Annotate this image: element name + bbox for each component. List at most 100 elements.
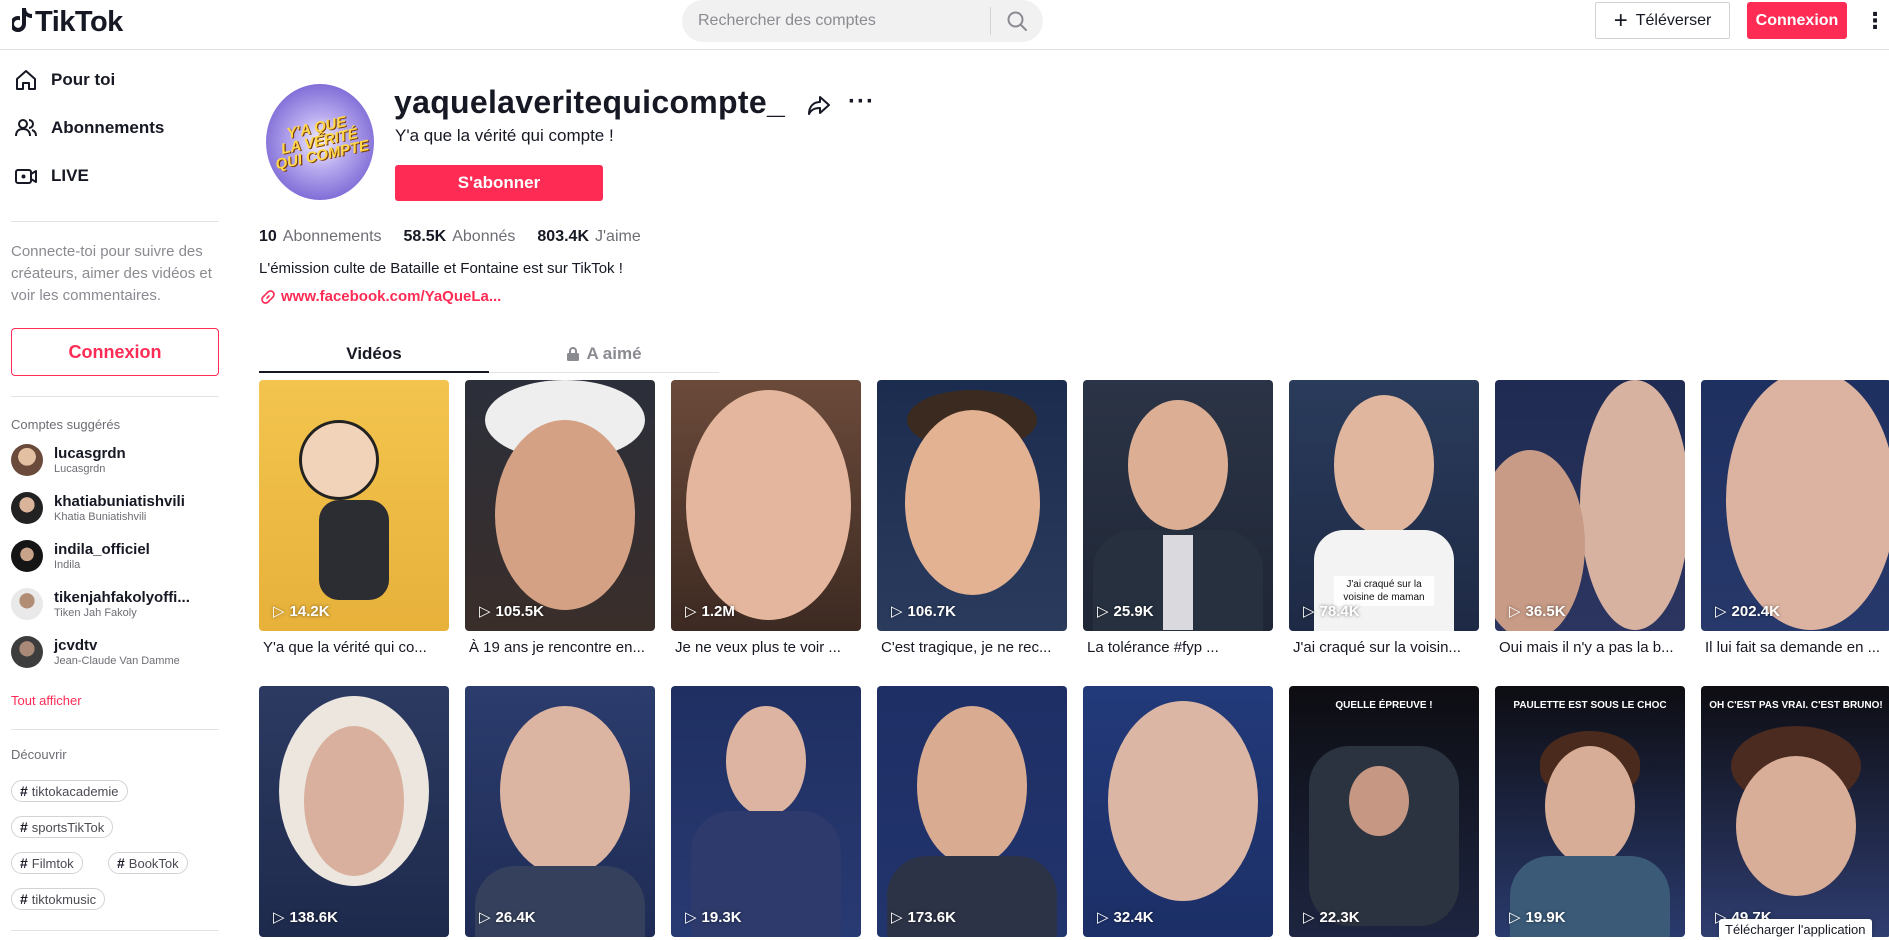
play-icon: ▷ — [1715, 603, 1727, 620]
video-card[interactable]: ▷ 173.6K — [877, 686, 1067, 937]
home-icon — [16, 70, 36, 90]
video-card[interactable]: ▷ 26.4K — [465, 686, 655, 937]
avatar — [11, 636, 43, 668]
suggested-account[interactable]: khatiabuniatishvili Khatia Buniatishvili — [11, 492, 185, 524]
play-icon: ▷ — [1303, 909, 1315, 926]
tag-label: Filmtok — [31, 855, 74, 871]
play-icon: ▷ — [891, 603, 903, 620]
avatar-logo: Y'A QUE LA VÉRITÉ QUI COMPTE — [274, 113, 372, 174]
sidebar-item-for-you[interactable]: Pour toi — [13, 67, 115, 93]
sidebar-item-label: Pour toi — [51, 70, 116, 89]
video-card[interactable]: ▷ 36.5K Oui mais il n'y a pas la b... — [1495, 380, 1685, 656]
tab-label: A aimé — [586, 344, 642, 363]
discover-tag[interactable]: # sportsTikTok — [11, 816, 114, 838]
stat-label: Abonnements — [282, 228, 382, 245]
search-button[interactable] — [991, 0, 1043, 42]
tag-label: sportsTikTok — [31, 819, 105, 835]
tab-videos[interactable]: Vidéos — [259, 338, 489, 370]
profile-link[interactable]: www.facebook.com/YaQueLa... — [261, 288, 501, 305]
video-caption: Y'a que la vérité qui co... — [263, 639, 427, 656]
view-count: ▷ 19.3K — [685, 908, 742, 927]
view-count: ▷ 106.7K — [891, 602, 956, 621]
video-thumbnail: PAULETTE EST SOUS LE CHOC ▷ 19.9K — [1495, 686, 1685, 937]
video-thumbnail: ▷ 106.7K — [877, 380, 1067, 631]
account-subtitle: Lucasgrdn — [54, 462, 106, 475]
sidebar-item-live[interactable]: LIVE — [13, 163, 89, 189]
video-card[interactable]: ▷ 138.6K — [259, 686, 449, 937]
hashtag-icon: # — [20, 819, 28, 835]
search-input[interactable] — [682, 0, 990, 42]
download-app-button[interactable]: Télécharger l'application — [1719, 919, 1872, 940]
video-card[interactable]: ▷ 105.5K À 19 ans je rencontre en... — [465, 380, 655, 656]
active-tab-indicator — [259, 371, 489, 373]
video-card[interactable]: ▷ 1.2M Je ne veux plus te voir ... — [671, 380, 861, 656]
header-login-button[interactable]: Connexion — [1747, 2, 1847, 39]
video-thumbnail: OH C'EST PAS VRAI. C'EST BRUNO! ▷ 49.7K — [1701, 686, 1889, 937]
account-subtitle: Jean-Claude Van Damme — [54, 654, 180, 667]
video-card[interactable]: J'ai craqué sur la voisine de maman ▷ 78.… — [1289, 380, 1479, 656]
view-count: ▷ 14.2K — [273, 602, 330, 621]
video-thumbnail: ▷ 138.6K — [259, 686, 449, 937]
video-caption: C'est tragique, je ne rec... — [881, 639, 1052, 656]
discover-tag[interactable]: # tiktokmusic — [11, 888, 106, 910]
divider — [11, 221, 219, 222]
stat-label: Abonnés — [452, 228, 516, 245]
video-card[interactable]: ▷ 32.4K — [1083, 686, 1273, 937]
avatar — [11, 540, 43, 572]
account-name: jcvdtv — [54, 636, 98, 654]
suggested-account[interactable]: lucasgrdn Lucasgrdn — [11, 444, 126, 476]
more-options-icon[interactable]: ··· — [848, 88, 875, 116]
view-count: ▷ 173.6K — [891, 908, 956, 927]
discover-tag[interactable]: # tiktokacademie — [11, 780, 128, 802]
account-name: lucasgrdn — [54, 444, 126, 462]
video-card[interactable]: ▷ 202.4K Il lui fait sa demande en ... — [1701, 380, 1889, 656]
video-card[interactable]: ▷ 106.7K C'est tragique, je ne rec... — [877, 380, 1067, 656]
follow-button[interactable]: S'abonner — [395, 165, 603, 201]
account-subtitle: Indila — [54, 558, 81, 571]
see-all-link[interactable]: Tout afficher — [11, 693, 82, 708]
logo-text: TikTok — [35, 6, 123, 38]
stat-following[interactable]: 10 Abonnements — [259, 228, 382, 246]
upload-button[interactable]: + Téléverser — [1595, 2, 1730, 39]
divider — [11, 930, 219, 931]
suggested-account[interactable]: jcvdtv Jean-Claude Van Damme — [11, 636, 180, 668]
video-card[interactable]: ▷ 14.2K Y'a que la vérité qui co... — [259, 380, 449, 656]
view-count: ▷ 25.9K — [1097, 602, 1154, 621]
plus-icon: + — [1613, 6, 1628, 34]
video-card[interactable]: ▷ 19.3K — [671, 686, 861, 937]
account-name: khatiabuniatishvili — [54, 492, 185, 510]
profile-bio: L'émission culte de Bataille et Fontaine… — [259, 260, 623, 277]
video-card[interactable]: QUELLE ÉPREUVE ! ▷ 22.3K — [1289, 686, 1479, 937]
stat-followers[interactable]: 58.5K Abonnés — [404, 228, 516, 246]
play-icon: ▷ — [891, 909, 903, 926]
tiktok-logo[interactable]: TikTok — [10, 6, 123, 39]
tab-liked[interactable]: A aimé — [489, 338, 719, 370]
vertical-dots-icon[interactable]: ⋮ — [1864, 6, 1886, 36]
video-caption: J'ai craqué sur la voisin... — [1293, 639, 1461, 656]
video-thumbnail: ▷ 25.9K — [1083, 380, 1273, 631]
upload-label: Téléverser — [1635, 11, 1712, 29]
account-subtitle: Khatia Buniatishvili — [54, 510, 147, 523]
play-icon: ▷ — [1509, 909, 1521, 926]
video-caption: Je ne veux plus te voir ... — [675, 639, 841, 656]
video-card[interactable]: OH C'EST PAS VRAI. C'EST BRUNO! ▷ 49.7K — [1701, 686, 1889, 937]
video-thumbnail: ▷ 26.4K — [465, 686, 655, 937]
hashtag-icon: # — [20, 855, 28, 871]
video-caption: Il lui fait sa demande en ... — [1705, 639, 1881, 656]
tiktok-note-icon — [10, 8, 32, 37]
share-icon[interactable] — [806, 92, 832, 118]
sidebar-item-following[interactable]: Abonnements — [13, 115, 164, 141]
stat-label: J'aime — [595, 228, 641, 245]
video-thumbnail: ▷ 202.4K — [1701, 380, 1889, 631]
video-card[interactable]: ▷ 25.9K La tolérance #fyp ... — [1083, 380, 1273, 656]
discover-tag[interactable]: # BookTok — [108, 852, 188, 874]
suggested-account[interactable]: tikenjahfakolyoffi... Tiken Jah Fakoly — [11, 588, 190, 620]
suggested-account[interactable]: indila_officiel Indila — [11, 540, 150, 572]
sidebar-login-button[interactable]: Connexion — [11, 328, 219, 376]
stat-value: 58.5K — [403, 228, 447, 245]
live-icon — [15, 169, 37, 184]
discover-tag[interactable]: # Filmtok — [11, 852, 83, 874]
stat-value: 10 — [259, 228, 277, 245]
video-card[interactable]: PAULETTE EST SOUS LE CHOC ▷ 19.9K — [1495, 686, 1685, 937]
view-count: ▷ 32.4K — [1097, 908, 1154, 927]
